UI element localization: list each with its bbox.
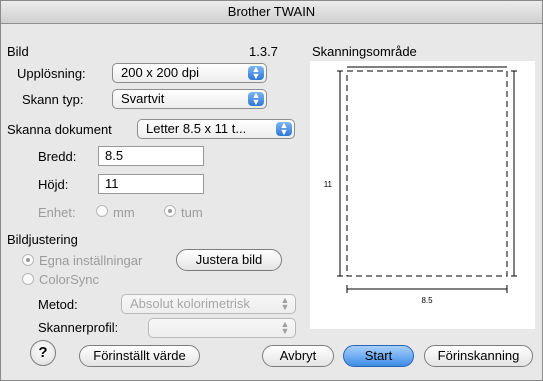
preset-button[interactable]: Förinställt värde (79, 345, 200, 367)
adjust-image-button[interactable]: Justera bild (176, 249, 282, 271)
scan-area-diagram: 11 8.5 (324, 66, 517, 305)
resolution-popup[interactable]: 200 x 200 dpi ▲ ▼ (112, 63, 267, 83)
cancel-button[interactable]: Avbryt (262, 345, 334, 367)
unit-tum-radio[interactable] (164, 205, 176, 217)
scan-type-popup[interactable]: Svartvit ▲ ▼ (112, 89, 267, 109)
unit-mm-label: mm (113, 205, 135, 220)
popup-arrows-icon: ▲ ▼ (280, 319, 290, 336)
method-label: Metod: (38, 297, 78, 312)
prescan-button[interactable]: Förinskanning (424, 345, 533, 367)
unit-label: Enhet: (38, 205, 76, 220)
method-value: Absolut kolorimetrisk (130, 296, 250, 311)
window-title: Brother TWAIN (1, 1, 542, 24)
scan-type-value: Svartvit (121, 91, 165, 106)
popup-arrows-icon: ▲ ▼ (248, 65, 264, 81)
popup-arrows-icon: ▲ ▼ (276, 121, 292, 137)
brother-twain-window: Brother TWAIN Bild 1.3.7 Upplösning: 200… (0, 0, 543, 381)
document-size-value: Letter 8.5 x 11 t... (146, 121, 247, 136)
scan-region-rect (346, 70, 508, 277)
colorsync-radio[interactable] (22, 273, 34, 285)
scan-area-preview[interactable]: 11 8.5 (310, 61, 535, 329)
start-button[interactable]: Start (343, 345, 414, 367)
scanner-profile-popup[interactable]: ▲ ▼ (148, 318, 296, 338)
colorsync-label: ColorSync (39, 272, 99, 287)
height-field[interactable]: 11 (98, 174, 204, 194)
adjust-section-title: Bildjustering (7, 232, 78, 247)
own-settings-label: Egna inställningar (39, 253, 143, 268)
width-field[interactable]: 8.5 (98, 146, 204, 166)
unit-mm-radio[interactable] (96, 205, 108, 217)
resolution-value: 200 x 200 dpi (121, 65, 200, 80)
resolution-label: Upplösning: (17, 66, 86, 81)
scan-document-label: Skanna dokument (7, 122, 112, 137)
scanner-profile-label: Skannerprofil: (38, 320, 119, 335)
popup-arrows-icon: ▲ ▼ (280, 295, 290, 312)
width-dimension-label: 8.5 (421, 296, 433, 305)
height-dimension-label: 11 (324, 180, 333, 189)
scan-area-title: Skanningsområde (312, 44, 417, 59)
version-label: 1.3.7 (249, 44, 278, 59)
unit-tum-label: tum (181, 205, 203, 220)
width-label: Bredd: (38, 149, 77, 164)
own-settings-radio[interactable] (22, 254, 34, 266)
help-button[interactable]: ? (30, 340, 56, 366)
height-label: Höjd: (38, 177, 69, 192)
document-size-popup[interactable]: Letter 8.5 x 11 t... ▲ ▼ (137, 119, 295, 139)
popup-arrows-icon: ▲ ▼ (248, 91, 264, 107)
scan-type-label: Skann typ: (22, 92, 84, 107)
bild-section-title: Bild (7, 44, 29, 59)
method-popup[interactable]: Absolut kolorimetrisk ▲ ▼ (121, 294, 296, 314)
